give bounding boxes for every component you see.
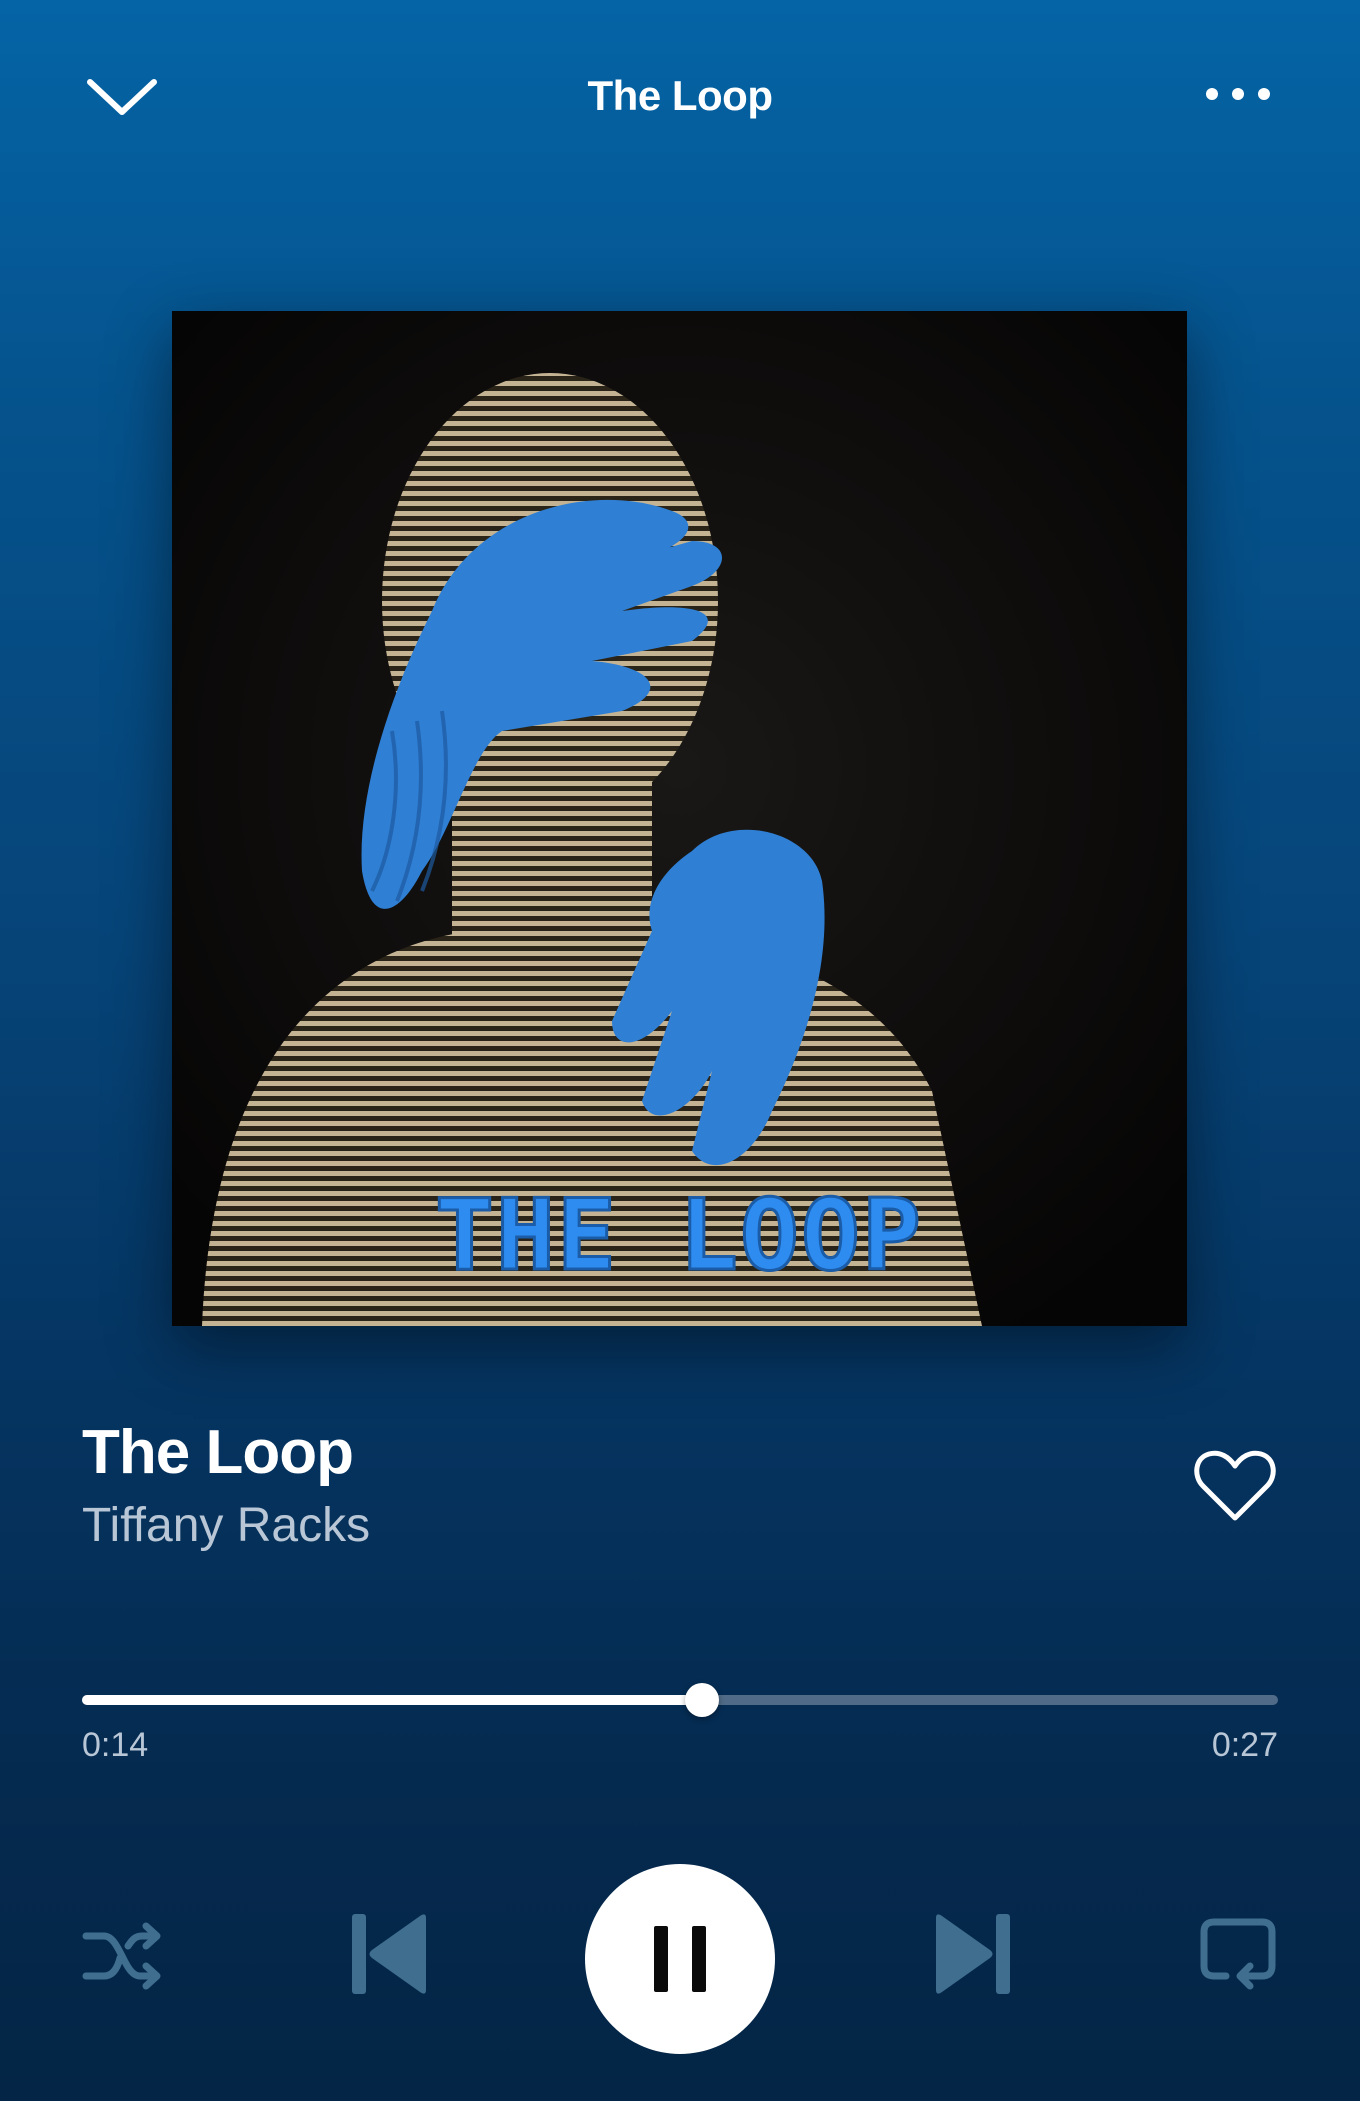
progress-fill — [82, 1695, 702, 1705]
progress-bar[interactable] — [82, 1683, 1278, 1717]
skip-next-icon — [936, 1914, 1010, 1994]
player-header: The Loop — [0, 0, 1360, 190]
repeat-icon — [1200, 1918, 1276, 1990]
heart-icon — [1194, 1450, 1276, 1521]
like-button[interactable] — [1192, 1446, 1278, 1526]
pause-button[interactable] — [585, 1864, 775, 2054]
album-cover: THE LOOP — [172, 311, 1187, 1326]
track-artist[interactable]: Tiffany Racks — [82, 1493, 1132, 1559]
more-options-button[interactable] — [1196, 76, 1280, 116]
header-title: The Loop — [587, 72, 773, 119]
cover-title-text: THE LOOP — [435, 1179, 923, 1293]
album-artwork: THE LOOP — [172, 311, 1187, 1326]
skip-previous-icon — [352, 1914, 426, 1994]
next-button[interactable] — [932, 1912, 1012, 1996]
repeat-button[interactable] — [1198, 1914, 1278, 1998]
shuffle-button[interactable] — [80, 1916, 164, 1996]
previous-button[interactable] — [350, 1912, 430, 1996]
progress-thumb[interactable] — [684, 1683, 719, 1717]
total-time: 0:27 — [1211, 1726, 1278, 1764]
more-horizontal-icon — [1206, 88, 1270, 100]
elapsed-time: 0:14 — [82, 1726, 149, 1764]
collapse-button[interactable] — [80, 68, 164, 128]
track-title: The Loop — [82, 1418, 354, 1487]
playback-controls — [0, 1860, 1360, 2060]
track-info: The Loop Tiffany Racks — [82, 1415, 1132, 1559]
chevron-down-icon — [87, 79, 157, 115]
shuffle-icon — [82, 1922, 161, 1990]
pause-icon — [654, 1926, 706, 1992]
